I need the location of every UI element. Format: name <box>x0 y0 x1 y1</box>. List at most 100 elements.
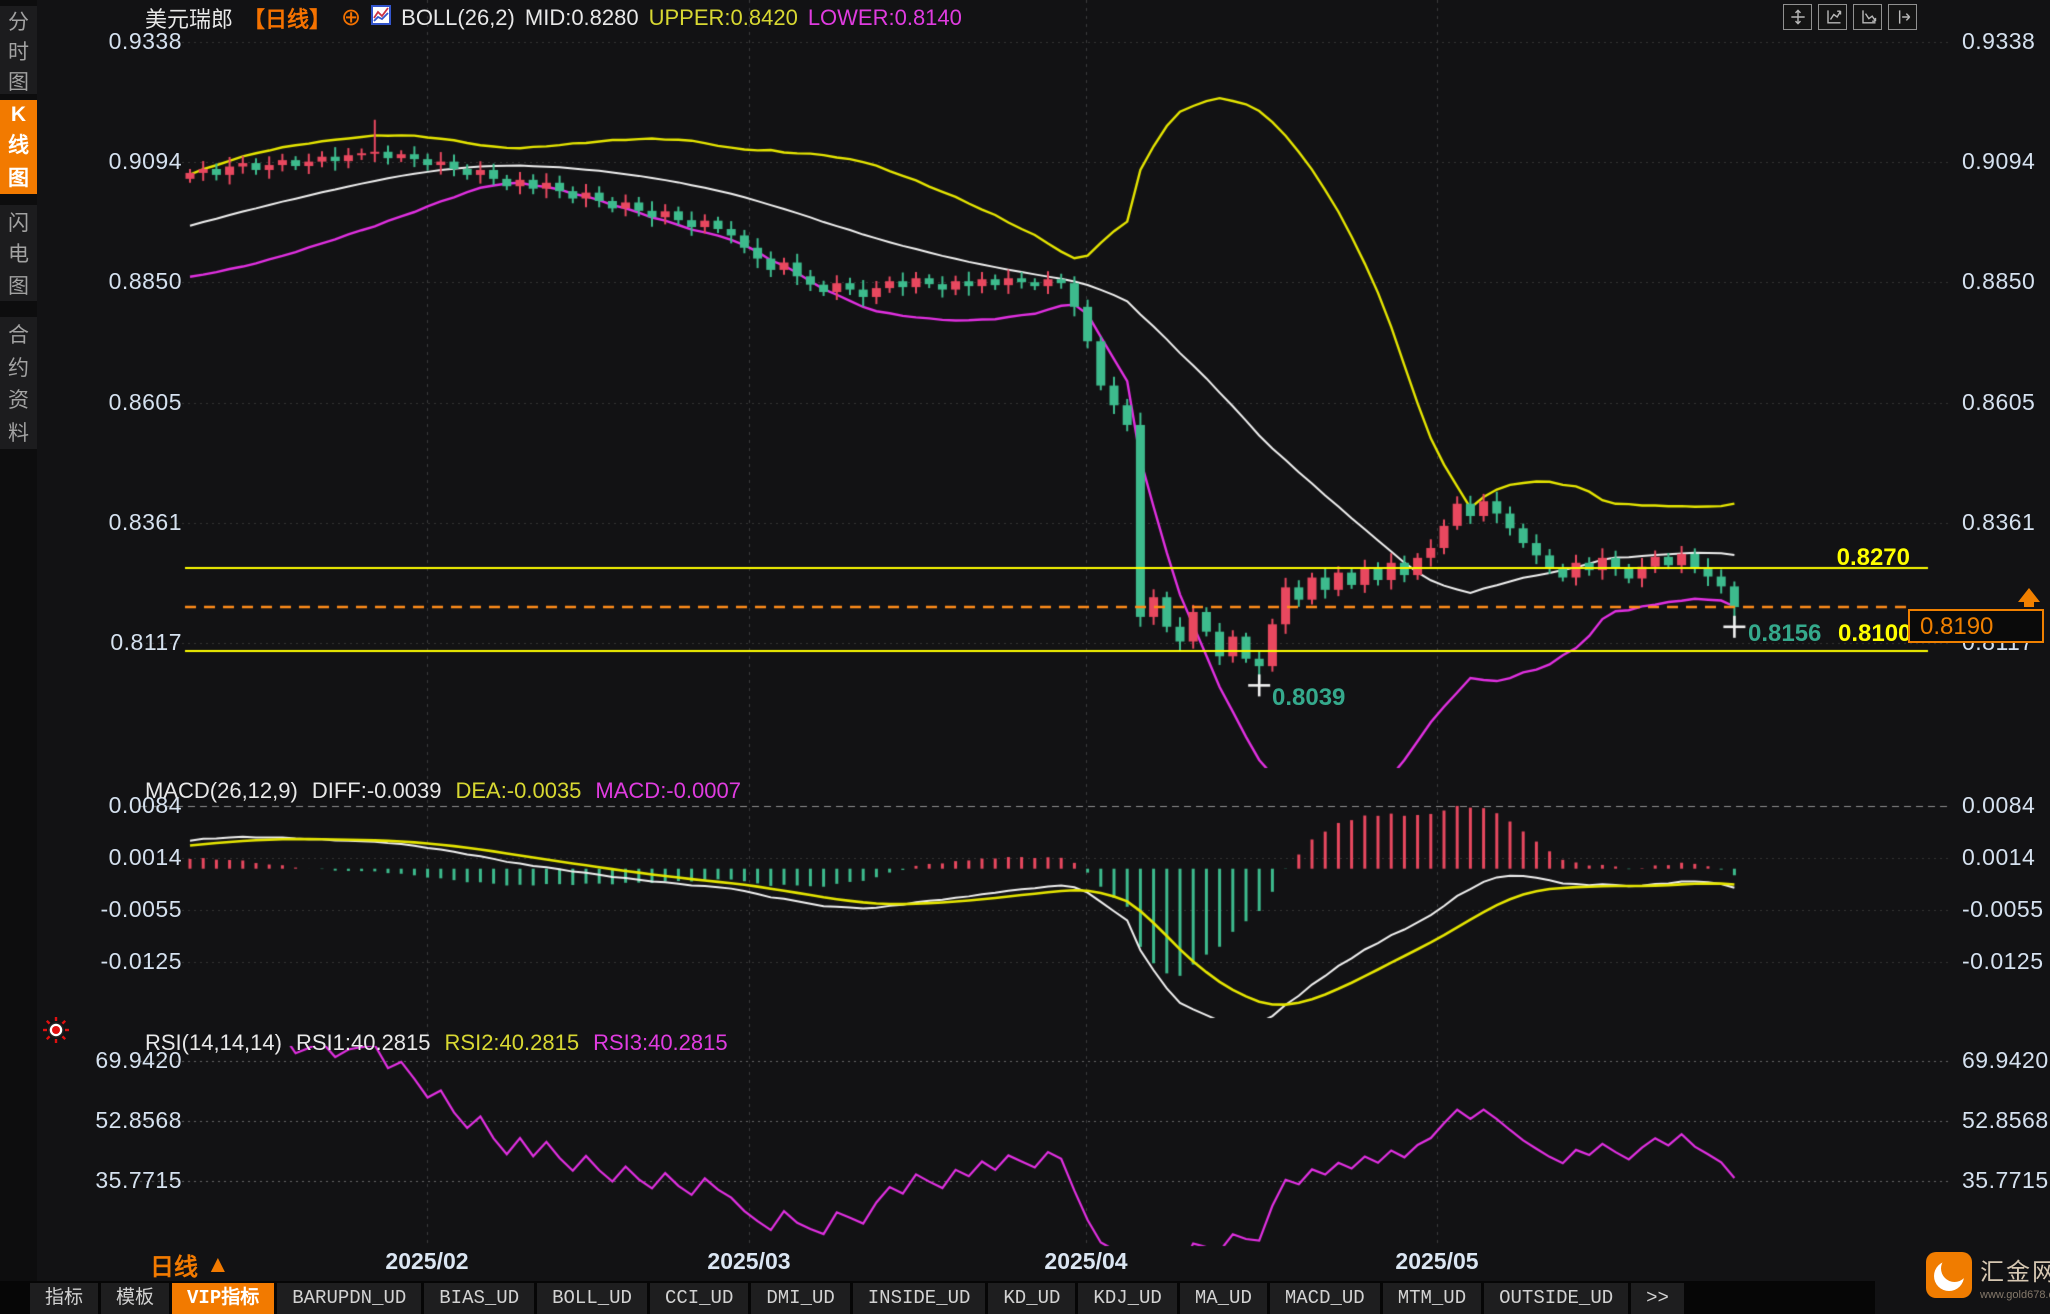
y-axis-label: 35.7715 <box>95 1167 182 1193</box>
rsi1-readout: RSI1:40.2815 <box>295 1030 431 1055</box>
boll-mid-readout: MID:0.8280 <box>524 5 639 30</box>
axis-scale-down-icon[interactable] <box>1853 4 1882 30</box>
sidebar-item-char: K <box>10 102 27 126</box>
current-price-box: 0.8190 <box>1908 609 2044 643</box>
sidebar-item-char: 闪 <box>8 211 29 235</box>
chart-toolbar <box>1783 4 1917 30</box>
tab-barupdn_ud[interactable]: BARUPDN_UD <box>277 1283 422 1314</box>
y-axis-label: -0.0055 <box>100 896 182 922</box>
y-axis-label: -0.0125 <box>100 948 182 974</box>
sidebar-item-char: 约 <box>8 356 29 380</box>
sidebar-item-char: 时 <box>8 41 29 64</box>
period-selector[interactable]: 日线 ▲ <box>150 1247 230 1282</box>
sidebar-item-char: 图 <box>8 166 29 190</box>
y-axis-label: 35.7715 <box>1962 1167 2049 1193</box>
chart-canvas[interactable] <box>0 0 2050 1314</box>
indicator-name[interactable]: BOLL(26,2) <box>401 5 515 31</box>
tab-dmi_ud[interactable]: DMI_UD <box>751 1283 850 1314</box>
sidebar-item-char: 合 <box>8 324 29 348</box>
lower-band-price-label: 0.8156 <box>1748 620 1822 647</box>
tab-boll_ud[interactable]: BOLL_UD <box>537 1283 647 1314</box>
tab-[interactable]: 指标 <box>30 1283 99 1314</box>
y-axis-label: 0.8605 <box>1962 389 2036 415</box>
brand-name: 汇金网 <box>1980 1259 2050 1286</box>
macd-title[interactable]: MACD(26,12,9) <box>145 778 298 804</box>
price-up-arrow-stem <box>2024 601 2034 607</box>
axis-scale-up-icon[interactable] <box>1818 4 1847 30</box>
tab-vip[interactable]: VIP指标 <box>172 1283 275 1314</box>
tab-ma_ud[interactable]: MA_UD <box>1179 1283 1267 1314</box>
chart-header: 美元瑞郎 【日线】 ⊕ BOLL(26,2) MID:0.8280 UPPER:… <box>145 2 962 34</box>
y-axis-label: 0.0014 <box>1962 844 2036 870</box>
tab->>[interactable]: >> <box>1631 1283 1684 1314</box>
left-sidebar: 分时图K线图闪电图合约资料 <box>0 0 37 1314</box>
y-axis-label: -0.0125 <box>1962 948 2044 974</box>
sidebar-item-4[interactable]: 合约资料 <box>0 317 37 449</box>
y-axis-label: 0.0084 <box>1962 792 2036 818</box>
y-axis-label: 69.9420 <box>1962 1047 2049 1073</box>
tab-kdj_ud[interactable]: KDJ_UD <box>1078 1283 1177 1314</box>
sidebar-item-1[interactable]: 分时图 <box>0 6 37 94</box>
tab-cci_ud[interactable]: CCI_UD <box>649 1283 749 1314</box>
boll-chart-icon[interactable] <box>371 5 392 31</box>
resistance-price-label: 0.8270 <box>1836 544 1910 571</box>
sidebar-item-2[interactable]: K线图 <box>0 100 37 194</box>
y-axis-label: 0.8361 <box>108 509 182 535</box>
tab-mtm_ud[interactable]: MTM_UD <box>1382 1283 1482 1314</box>
rsi-title[interactable]: RSI(14,14,14) <box>145 1030 282 1056</box>
indicator-tab-bar: 指标 模板 VIP指标 BARUPDN_UD BIAS_UD BOLL_UD CCI_UD D… <box>30 1283 1684 1314</box>
tab-kd_ud[interactable]: KD_UD <box>988 1283 1076 1314</box>
tab-inside_ud[interactable]: INSIDE_UD <box>852 1283 986 1314</box>
y-axis-label: 0.8850 <box>1962 268 2036 294</box>
x-axis-month-label: 2025/03 <box>707 1248 791 1274</box>
rsi2-readout: RSI2:40.2815 <box>444 1030 580 1055</box>
y-axis-label: 0.9094 <box>108 148 182 174</box>
y-axis-label: 52.8568 <box>1962 1107 2049 1133</box>
jump-to-latest-icon[interactable] <box>1888 4 1917 30</box>
y-axis-label: 0.8605 <box>108 389 182 415</box>
low-point-annotation: 0.8039 <box>1272 684 1346 711</box>
move-crosshair-icon[interactable] <box>1783 4 1812 30</box>
sidebar-item-char: 图 <box>8 274 29 298</box>
macd-dea-readout: DEA:-0.0035 <box>455 778 582 803</box>
period-tag[interactable]: 【日线】 <box>243 2 331 34</box>
x-axis-month-label: 2025/05 <box>1395 1248 1479 1274</box>
support-price-label: 0.8100 <box>1838 620 1912 647</box>
sidebar-item-char: 线 <box>8 134 29 157</box>
macd-diff-readout: DIFF:-0.0039 <box>311 778 442 803</box>
circle-plus-icon[interactable]: ⊕ <box>341 6 361 30</box>
x-axis-month-label: 2025/04 <box>1044 1248 1128 1274</box>
trading-app-window: 分时图K线图闪电图合约资料 美元瑞郎 【日线】 ⊕ BOLL(26,2) MID… <box>0 0 2050 1314</box>
sidebar-item-char: 料 <box>8 421 29 445</box>
macd-hist-readout: MACD:-0.0007 <box>595 778 741 803</box>
rsi3-readout: RSI3:40.2815 <box>593 1030 728 1055</box>
boll-lower-readout: LOWER:0.8140 <box>807 5 962 30</box>
site-branding: 汇金网 www.gold678.com <box>1926 1252 2050 1301</box>
y-axis-label: 0.8361 <box>1962 509 2036 535</box>
y-axis-label: 0.8850 <box>108 268 182 294</box>
tab-macd_ud[interactable]: MACD_UD <box>1269 1283 1380 1314</box>
tab-[interactable]: 模板 <box>101 1283 170 1314</box>
rsi-panel-header: RSI(14,14,14) RSI1:40.2815 RSI2:40.2815 … <box>145 1030 728 1056</box>
sidebar-item-char: 分 <box>8 11 29 34</box>
tab-outside_ud[interactable]: OUTSIDE_UD <box>1484 1283 1629 1314</box>
sidebar-item-3[interactable]: 闪电图 <box>0 205 37 301</box>
sidebar-item-char: 资 <box>8 389 29 413</box>
y-axis-label: 0.8117 <box>110 629 182 655</box>
alarm-burst-icon[interactable] <box>42 1016 70 1049</box>
period-label: 日线 <box>150 1254 198 1281</box>
symbol-name: 美元瑞郎 <box>145 7 234 32</box>
boll-upper-readout: UPPER:0.8420 <box>648 5 798 30</box>
brand-url: www.gold678.com <box>1980 1289 2050 1301</box>
macd-panel-header: MACD(26,12,9) DIFF:-0.0039 DEA:-0.0035 M… <box>145 778 741 804</box>
y-axis-label: 52.8568 <box>95 1107 182 1133</box>
y-axis-label: 0.0014 <box>108 844 182 870</box>
price-up-arrow-icon <box>2018 588 2040 602</box>
y-axis-label: -0.0055 <box>1962 896 2044 922</box>
y-axis-label: 0.9338 <box>1962 28 2036 54</box>
y-axis-label: 0.9094 <box>1962 148 2036 174</box>
huijin-logo-icon <box>1926 1252 1972 1298</box>
x-axis-month-label: 2025/02 <box>385 1248 469 1274</box>
sidebar-item-char: 图 <box>8 71 29 94</box>
tab-bias_ud[interactable]: BIAS_UD <box>424 1283 535 1314</box>
